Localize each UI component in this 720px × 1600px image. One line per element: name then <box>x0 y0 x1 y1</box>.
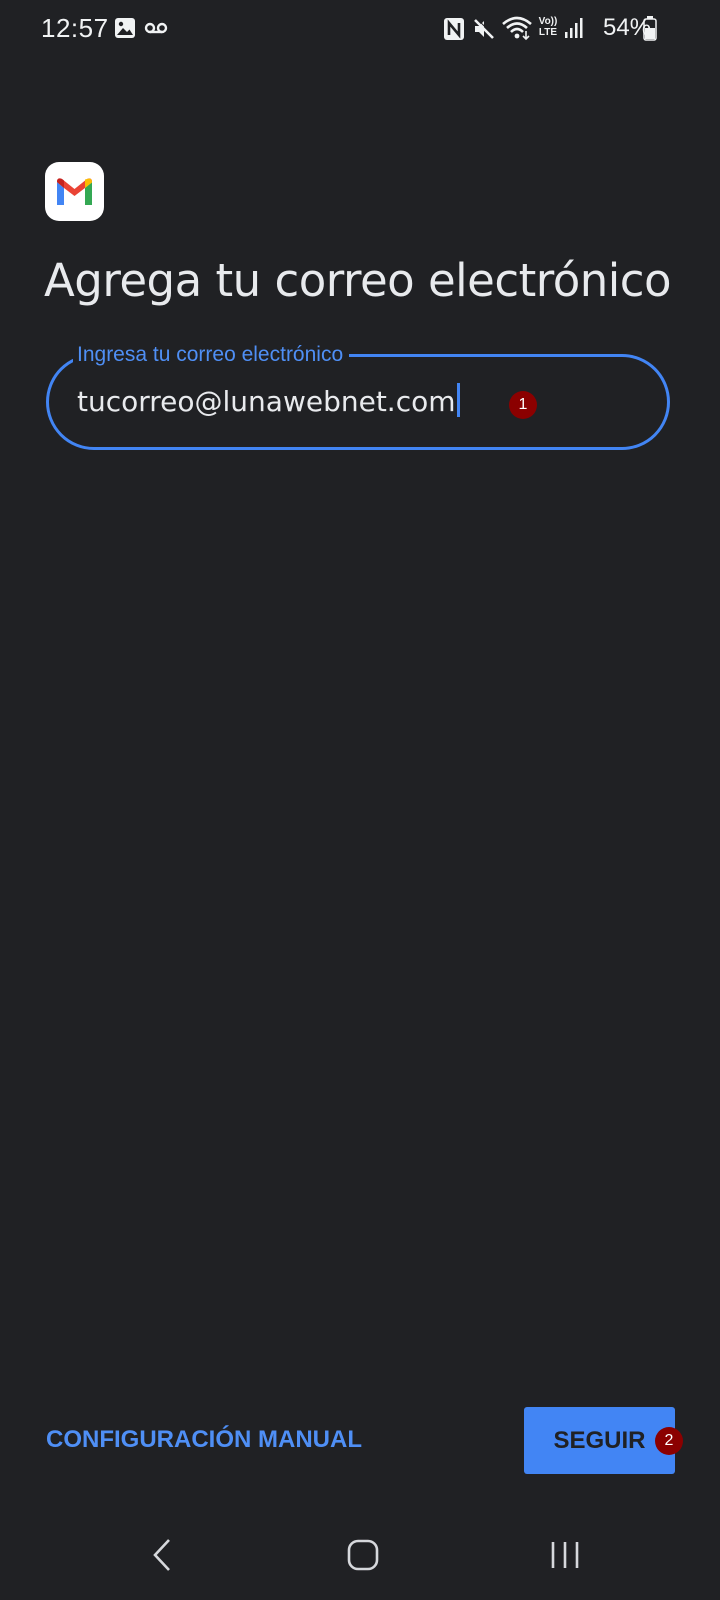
gmail-m-icon <box>57 178 92 205</box>
text-caret <box>456 383 460 417</box>
navigation-bar <box>0 1510 720 1600</box>
nfc-icon <box>444 18 464 40</box>
mute-icon <box>474 18 495 39</box>
email-field-label: Ingresa tu correo electrónico <box>73 344 350 366</box>
recent-apps-button[interactable] <box>515 1510 615 1600</box>
page-title: Agrega tu correo electrónico <box>44 254 672 307</box>
battery-icon <box>643 16 657 41</box>
next-button[interactable]: SEGUIR <box>524 1407 675 1474</box>
wifi-icon <box>502 16 532 41</box>
status-time: 12:57 <box>41 13 109 43</box>
recent-apps-icon <box>551 1542 579 1568</box>
email-field[interactable]: Ingresa tu correo electrónico tucorreo@l… <box>46 344 670 450</box>
back-icon <box>153 1539 170 1571</box>
gmail-logo <box>45 162 104 221</box>
signal-icon <box>565 18 583 38</box>
step-marker-1: 1 <box>509 391 537 419</box>
back-button[interactable] <box>112 1510 212 1600</box>
status-bar: 12:57 Vo)) LTE 54% <box>0 0 720 58</box>
step-marker-2: 2 <box>655 1427 683 1455</box>
home-button[interactable] <box>313 1510 413 1600</box>
email-input[interactable]: tucorreo@lunawebnet.com <box>77 383 460 418</box>
home-icon <box>347 1539 379 1571</box>
gallery-icon <box>115 18 135 38</box>
manual-configuration-button[interactable]: CONFIGURACIÓN MANUAL <box>46 1426 362 1454</box>
voicemail-icon <box>144 22 168 34</box>
email-value-text: tucorreo@lunawebnet.com <box>77 385 456 418</box>
volte-icon: Vo)) LTE <box>538 16 558 38</box>
